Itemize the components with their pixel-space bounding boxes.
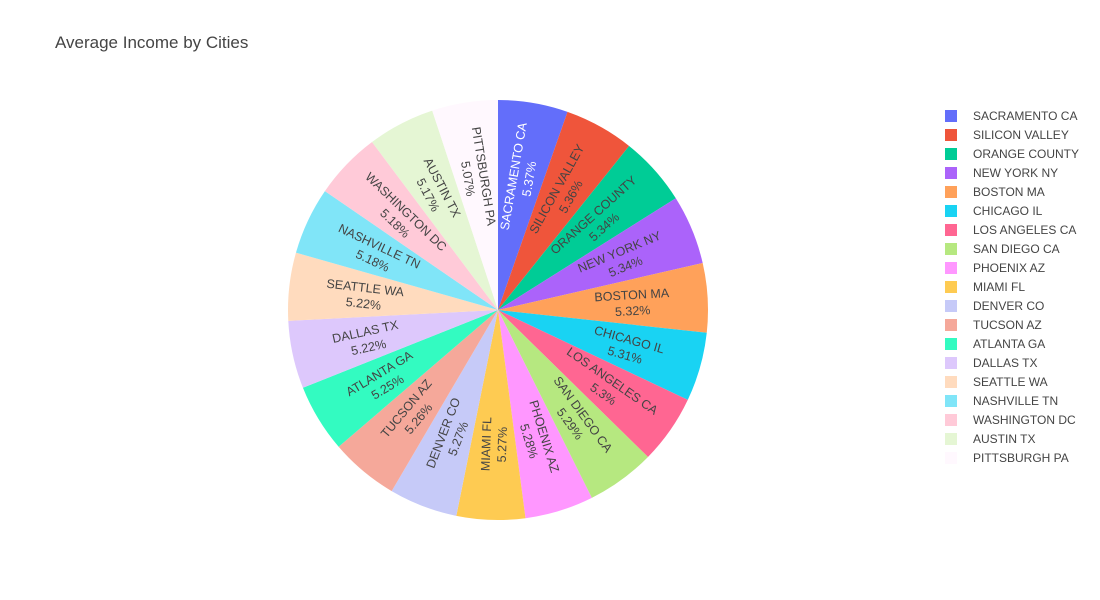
legend-label: ORANGE COUNTY bbox=[973, 146, 1080, 161]
legend-swatch bbox=[945, 375, 957, 388]
legend-label: SAN DIEGO CA bbox=[973, 241, 1060, 256]
legend-label: NASHVILLE TN bbox=[973, 393, 1059, 408]
legend-swatch bbox=[945, 356, 957, 369]
legend-label: TUCSON AZ bbox=[973, 317, 1042, 332]
legend-swatch bbox=[945, 109, 957, 122]
legend-swatch bbox=[945, 432, 957, 445]
legend-label: DALLAS TX bbox=[973, 355, 1038, 370]
legend-item-boston-ma[interactable]: BOSTON MA bbox=[945, 182, 1079, 201]
legend-swatch bbox=[945, 147, 957, 160]
legend-item-new-york-ny[interactable]: NEW YORK NY bbox=[945, 163, 1079, 182]
legend-label: MIAMI FL bbox=[973, 279, 1026, 294]
legend-label: WASHINGTON DC bbox=[973, 412, 1076, 427]
legend-item-seattle-wa[interactable]: SEATTLE WA bbox=[945, 372, 1079, 391]
legend-item-sacramento-ca[interactable]: SACRAMENTO CA bbox=[945, 106, 1079, 125]
legend-label: SEATTLE WA bbox=[973, 374, 1048, 389]
legend-label: SILICON VALLEY bbox=[973, 127, 1069, 142]
legend: SACRAMENTO CA SILICON VALLEY ORANGE COUNTY… bbox=[945, 106, 1079, 467]
legend-label: AUSTIN TX bbox=[973, 431, 1036, 446]
legend-swatch bbox=[945, 318, 957, 331]
legend-swatch bbox=[945, 280, 957, 293]
legend-item-silicon-valley[interactable]: SILICON VALLEY bbox=[945, 125, 1079, 144]
legend-item-pittsburgh-pa[interactable]: PITTSBURGH PA bbox=[945, 448, 1079, 467]
slice-percent-label: 5.32% bbox=[615, 303, 651, 319]
legend-swatch bbox=[945, 394, 957, 407]
legend-item-tucson-az[interactable]: TUCSON AZ bbox=[945, 315, 1079, 334]
legend-item-orange-county[interactable]: ORANGE COUNTY bbox=[945, 144, 1079, 163]
legend-swatch bbox=[945, 337, 957, 350]
legend-label: SACRAMENTO CA bbox=[973, 108, 1078, 123]
legend-swatch bbox=[945, 413, 957, 426]
legend-label: NEW YORK NY bbox=[973, 165, 1059, 180]
legend-label: PITTSBURGH PA bbox=[973, 450, 1069, 465]
legend-item-denver-co[interactable]: DENVER CO bbox=[945, 296, 1079, 315]
legend-swatch bbox=[945, 166, 957, 179]
legend-label: CHICAGO IL bbox=[973, 203, 1043, 218]
legend-label: DENVER CO bbox=[973, 298, 1045, 313]
legend-item-nashville-tn[interactable]: NASHVILLE TN bbox=[945, 391, 1079, 410]
legend-swatch bbox=[945, 204, 957, 217]
legend-item-austin-tx[interactable]: AUSTIN TX bbox=[945, 429, 1079, 448]
legend-swatch bbox=[945, 261, 957, 274]
legend-label: PHOENIX AZ bbox=[973, 260, 1046, 275]
legend-swatch bbox=[945, 223, 957, 236]
legend-label: LOS ANGELES CA bbox=[973, 222, 1077, 237]
legend-item-miami-fl[interactable]: MIAMI FL bbox=[945, 277, 1079, 296]
legend-swatch bbox=[945, 299, 957, 312]
legend-item-atlanta-ga[interactable]: ATLANTA GA bbox=[945, 334, 1079, 353]
slice-label: MIAMI FL bbox=[478, 417, 494, 472]
legend-item-los-angeles-ca[interactable]: LOS ANGELES CA bbox=[945, 220, 1079, 239]
legend-label: BOSTON MA bbox=[973, 184, 1045, 199]
legend-swatch bbox=[945, 242, 957, 255]
legend-label: ATLANTA GA bbox=[973, 336, 1046, 351]
legend-item-san-diego-ca[interactable]: SAN DIEGO CA bbox=[945, 239, 1079, 258]
legend-swatch bbox=[945, 185, 957, 198]
pie-chart: SACRAMENTO CA5.37%SILICON VALLEY5.36%ORA… bbox=[288, 100, 709, 520]
legend-item-chicago-il[interactable]: CHICAGO IL bbox=[945, 201, 1079, 220]
legend-item-washington-dc[interactable]: WASHINGTON DC bbox=[945, 410, 1079, 429]
slice-percent-label: 5.27% bbox=[495, 427, 510, 463]
legend-swatch bbox=[945, 128, 957, 141]
legend-swatch bbox=[945, 451, 957, 464]
legend-item-phoenix-az[interactable]: PHOENIX AZ bbox=[945, 258, 1079, 277]
legend-item-dallas-tx[interactable]: DALLAS TX bbox=[945, 353, 1079, 372]
